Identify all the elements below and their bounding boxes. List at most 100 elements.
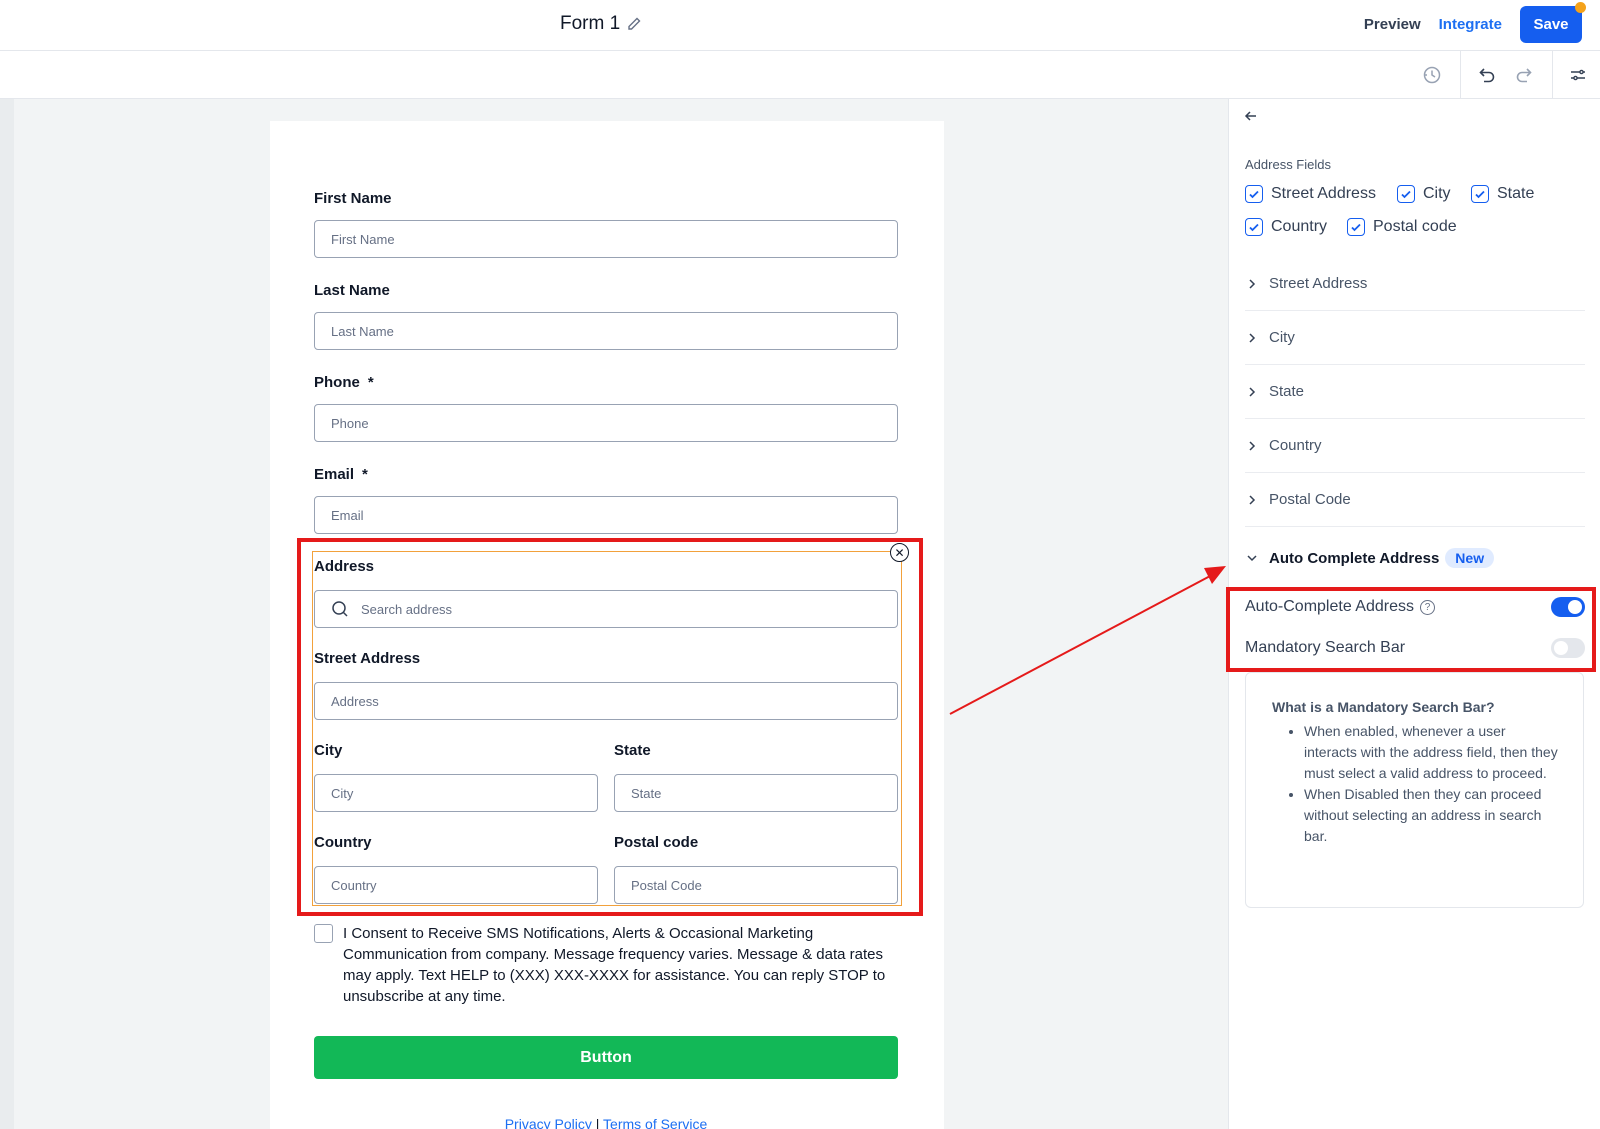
city-input[interactable]: City [314,774,598,812]
street-address-placeholder: Address [331,693,379,709]
terms-of-service-link[interactable]: Terms of Service [603,1116,707,1129]
country-label: Country [314,834,372,851]
new-badge: New [1445,548,1495,568]
mandatory-search-info-card: What is a Mandatory Search Bar? When ena… [1245,672,1584,908]
checkbox-checked-icon [1471,185,1489,203]
toggle-knob [1554,641,1568,655]
accordion-street-address[interactable]: Street Address [1245,257,1585,311]
accordion-label: Country [1269,437,1322,454]
info-card-title: What is a Mandatory Search Bar? [1272,699,1495,715]
street-address-label: Street Address [314,650,421,667]
info-card-list: When enabled, whenever a user interacts … [1272,721,1559,847]
checkbox-checked-icon [1245,185,1263,203]
unsaved-indicator-dot [1575,2,1586,13]
canvas-edge [0,99,14,1129]
history-icon[interactable] [1420,63,1444,87]
accordion-label: Postal Code [1269,491,1351,508]
checkbox-label: City [1423,185,1451,202]
remove-field-close-icon[interactable]: ✕ [890,543,909,562]
chevron-right-icon [1249,332,1256,343]
checkbox-label: Country [1271,218,1328,235]
save-button[interactable]: Save [1520,2,1586,43]
address-search-input[interactable]: Search address [314,590,898,628]
phone-input[interactable]: Phone [314,404,898,442]
address-label: Address [314,558,375,575]
checkbox-country[interactable]: Country [1245,218,1327,236]
sms-consent: I Consent to Receive SMS Notifications, … [314,923,904,1007]
integrate-link[interactable]: Integrate [1439,16,1502,33]
email-label-text: Email [314,466,355,483]
top-bar: Form 1 Preview Integrate Save [0,0,1600,51]
accordion-country[interactable]: Country [1245,419,1585,473]
mandatory-search-bar-toggle[interactable] [1551,638,1585,658]
city-placeholder: City [331,785,354,801]
state-input[interactable]: State [614,774,898,812]
phone-label: Phone * [314,374,374,391]
toolbar-divider [1460,51,1461,99]
checkbox-postal-code[interactable]: Postal code [1347,218,1457,236]
submit-button-label: Button [580,1048,632,1066]
checkbox-city[interactable]: City [1397,185,1451,203]
accordion-state[interactable]: State [1245,365,1585,419]
accordion-label: State [1269,383,1305,400]
last-name-label: Last Name [314,282,390,299]
required-mark: * [362,466,368,483]
postal-code-placeholder: Postal Code [631,877,702,893]
settings-sliders-icon[interactable] [1566,63,1590,87]
accordion-label: Street Address [1269,275,1368,292]
info-bullet: When Disabled then they can proceed with… [1304,784,1559,847]
country-input[interactable]: Country [314,866,598,904]
submit-button[interactable]: Button [314,1036,898,1079]
required-mark: * [367,374,374,391]
accordion-label: Auto Complete Address [1269,549,1440,567]
first-name-placeholder: First Name [331,231,395,247]
accordion-auto-complete-address[interactable]: Auto Complete Address New [1245,548,1495,568]
privacy-policy-link[interactable]: Privacy Policy [505,1116,592,1129]
consent-checkbox[interactable] [314,924,333,943]
accordion-label: City [1269,329,1295,346]
checkbox-label: Street Address [1271,185,1376,202]
search-icon [332,601,348,617]
email-label: Email * [314,466,368,483]
form-title-text: Form 1 [560,13,621,34]
checkbox-street-address[interactable]: Street Address [1245,185,1376,203]
auto-complete-toggle[interactable] [1551,597,1585,617]
toggle-row-mandatory-search: Mandatory Search Bar [1245,638,1585,658]
postal-code-input[interactable]: Postal Code [614,866,898,904]
accordion-postal-code[interactable]: Postal Code [1245,473,1585,527]
state-label: State [614,742,651,759]
address-fields-title: Address Fields [1245,157,1331,172]
chevron-right-icon [1249,494,1256,505]
help-question-icon[interactable]: ? [1419,599,1435,615]
preview-link[interactable]: Preview [1364,16,1421,33]
toggle-label: Auto-Complete Address [1245,598,1414,615]
consent-text: I Consent to Receive SMS Notifications, … [343,925,886,1005]
redo-icon[interactable] [1512,63,1536,87]
first-name-label: First Name [314,190,392,207]
accordion-city[interactable]: City [1245,311,1585,365]
street-address-input[interactable]: Address [314,682,898,720]
checkbox-label: State [1497,185,1535,202]
toggle-label: Mandatory Search Bar [1245,639,1406,656]
last-name-placeholder: Last Name [331,323,394,339]
state-placeholder: State [631,785,662,801]
top-actions: Preview Integrate Save [1364,2,1586,43]
back-arrow-icon[interactable] [1243,108,1263,128]
phone-placeholder: Phone [331,415,369,431]
checkbox-checked-icon [1397,185,1415,203]
country-placeholder: Country [331,877,377,893]
undo-icon[interactable] [1475,63,1499,87]
save-button-label: Save [1533,16,1569,33]
chevron-right-icon [1249,278,1256,289]
chevron-right-icon [1249,440,1256,451]
address-search-placeholder: Search address [361,601,453,617]
form-title[interactable]: Form 1 [560,13,642,35]
edit-pencil-icon[interactable] [626,16,642,32]
toggle-knob [1568,600,1582,614]
link-separator: | [595,1116,600,1129]
email-input[interactable]: Email [314,496,898,534]
first-name-input[interactable]: First Name [314,220,898,258]
checkbox-checked-icon [1347,218,1365,236]
checkbox-state[interactable]: State [1471,185,1534,203]
last-name-input[interactable]: Last Name [314,312,898,350]
